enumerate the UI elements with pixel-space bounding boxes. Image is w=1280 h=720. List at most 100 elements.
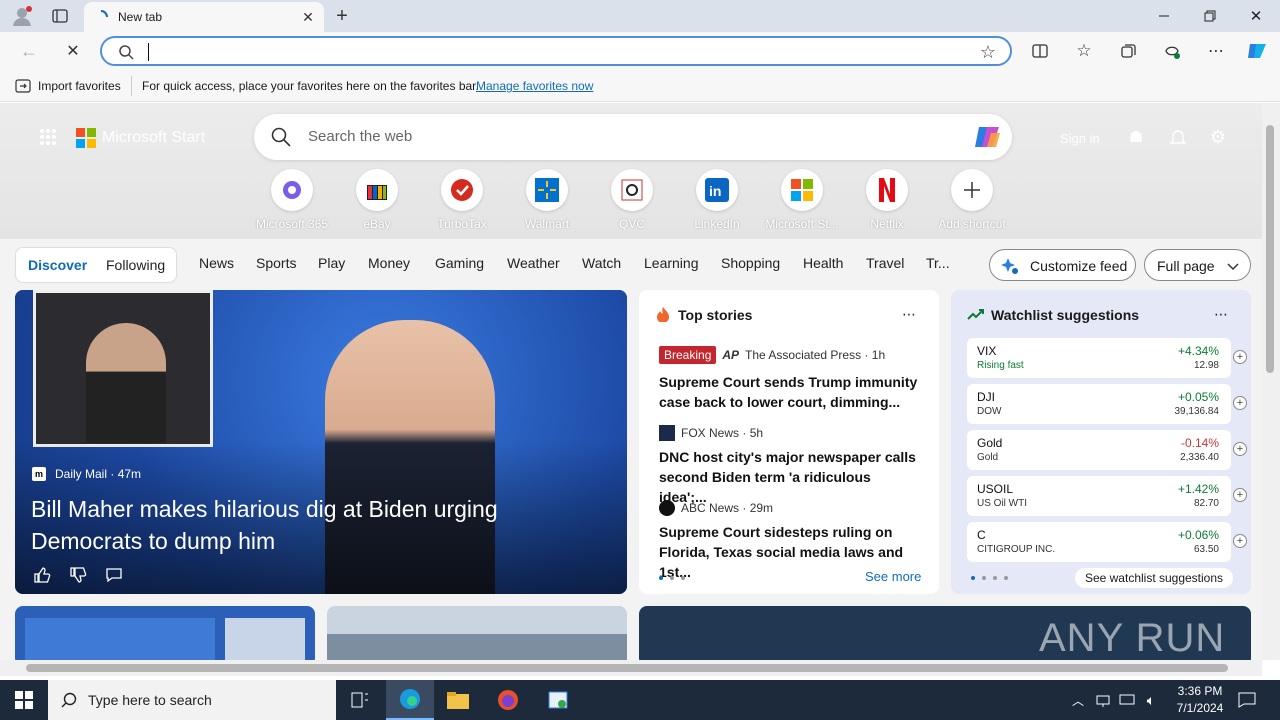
browser-essentials-icon[interactable] <box>1158 36 1186 66</box>
app-installer-icon[interactable] <box>534 680 582 720</box>
clock-time[interactable]: 3:36 PM <box>1172 684 1228 698</box>
nav-item-health[interactable]: Health <box>803 255 843 271</box>
firefox-icon[interactable] <box>484 680 532 720</box>
import-favorites-button[interactable]: Import favorites <box>38 79 121 93</box>
shortcut-qvc[interactable]: QVC <box>590 169 674 231</box>
add-to-watchlist-plus-icon[interactable]: + <box>1233 350 1247 364</box>
task-view-icon[interactable] <box>336 680 384 720</box>
sign-in-button[interactable]: Sign in <box>1060 131 1100 146</box>
nav-item-shopping[interactable]: Shopping <box>721 255 780 271</box>
watchlist-row[interactable]: Gold Gold -0.14% 2,336.40 + <box>967 430 1247 470</box>
shortcut-plus[interactable]: Add shortcut <box>930 169 1014 231</box>
tab-following[interactable]: Following <box>106 257 165 273</box>
nav-item-tr[interactable]: Tr... <box>926 255 950 271</box>
page-settings-gear-icon[interactable]: ⚙ <box>1206 125 1230 149</box>
copilot-icon[interactable] <box>972 122 1004 152</box>
shortcut-m365[interactable]: Microsoft 365 <box>250 169 334 231</box>
web-search-box[interactable]: Search the web <box>254 114 1012 160</box>
see-watchlist-suggestions-button[interactable]: See watchlist suggestions <box>1075 568 1233 588</box>
comment-icon[interactable] <box>103 564 125 586</box>
story-card-thumbnail[interactable] <box>327 606 627 660</box>
more-options-icon[interactable]: ⋯ <box>1211 304 1231 324</box>
shortcut-linkedin[interactable]: in LinkedIn <box>675 169 759 231</box>
start-button[interactable] <box>0 680 48 720</box>
dislike-icon[interactable] <box>67 564 89 586</box>
close-tab-icon[interactable]: ✕ <box>300 9 316 25</box>
nav-item-travel[interactable]: Travel <box>866 255 904 271</box>
nav-item-play[interactable]: Play <box>318 255 345 271</box>
nav-item-news[interactable]: News <box>199 255 234 271</box>
edge-taskbar-icon[interactable] <box>386 680 434 720</box>
app-launcher-icon[interactable] <box>36 125 60 149</box>
nav-item-watch[interactable]: Watch <box>582 255 621 271</box>
volume-icon[interactable]: 🔈︎ <box>1142 690 1160 710</box>
settings-more-icon[interactable]: ⋯ <box>1202 36 1230 66</box>
horizontal-scrollbar[interactable] <box>0 660 1262 676</box>
story-card-thumbnail[interactable]: ANY RUN <box>639 606 1251 660</box>
add-to-watchlist-plus-icon[interactable]: + <box>1233 534 1247 548</box>
collections-icon[interactable] <box>1114 36 1142 66</box>
see-more-link[interactable]: See more <box>865 569 921 584</box>
copilot-icon[interactable] <box>1244 38 1270 64</box>
nav-item-money[interactable]: Money <box>368 255 410 271</box>
stop-loading-button[interactable]: ✕ <box>58 36 88 66</box>
add-favorite-star-icon[interactable]: ☆ <box>976 40 1000 64</box>
hero-story-card[interactable]: m Daily Mail · 47m Bill Maher makes hila… <box>15 290 627 594</box>
more-options-icon[interactable]: ⋯ <box>899 304 919 324</box>
minimize-button[interactable] <box>1152 6 1176 26</box>
file-explorer-icon[interactable] <box>434 680 482 720</box>
tab-new-tab[interactable]: New tab ✕ <box>84 2 324 32</box>
network-icon[interactable] <box>1094 690 1112 710</box>
story-card-thumbnail[interactable] <box>15 606 315 660</box>
shortcut-netflix[interactable]: Netflix <box>845 169 929 231</box>
watchlist-row[interactable]: VIX Rising fast +4.34% 12.98 + <box>967 338 1247 378</box>
hero-inset-image <box>33 290 213 447</box>
display-icon[interactable] <box>1118 690 1136 710</box>
scroll-thumb[interactable] <box>26 664 1228 672</box>
shortcut-turbotax[interactable]: TurboTax <box>420 169 504 231</box>
manage-favorites-link[interactable]: Manage favorites now <box>476 79 593 93</box>
new-tab-button[interactable]: + <box>330 4 354 28</box>
notifications-icon[interactable] <box>1236 690 1258 710</box>
story-item[interactable]: Breaking AP The Associated Press · 1h Su… <box>659 346 921 412</box>
customize-feed-button[interactable]: Customize feed <box>989 249 1136 281</box>
scroll-thumb[interactable] <box>1266 125 1274 373</box>
shortcut-ebay[interactable]: eBay <box>335 169 419 231</box>
shortcut-microsoft-store[interactable]: Microsoft St... <box>760 169 844 231</box>
pagination-dots[interactable] <box>971 576 1008 580</box>
profile-icon[interactable] <box>8 4 36 28</box>
taskbar-search[interactable]: Type here to search <box>48 680 336 720</box>
add-to-watchlist-plus-icon[interactable]: + <box>1233 442 1247 456</box>
story-item[interactable]: FOX News · 5h DNC host city's major news… <box>659 425 921 507</box>
rewards-icon[interactable]: ☗ <box>1124 125 1148 149</box>
chevron-up-icon[interactable]: ︿ <box>1068 692 1088 708</box>
import-icon <box>14 78 32 94</box>
pagination-dots[interactable] <box>659 576 685 580</box>
add-to-watchlist-plus-icon[interactable]: + <box>1233 396 1247 410</box>
vertical-scrollbar[interactable] <box>1262 103 1280 660</box>
nav-item-gaming[interactable]: Gaming <box>435 255 484 271</box>
notifications-bell-icon[interactable] <box>1166 125 1190 149</box>
ticker-symbol: Gold <box>977 436 1003 450</box>
nav-item-learning[interactable]: Learning <box>644 255 699 271</box>
back-button[interactable]: ← <box>14 36 44 66</box>
restore-button[interactable] <box>1198 6 1222 26</box>
nav-item-weather[interactable]: Weather <box>507 255 560 271</box>
clock-date[interactable]: 7/1/2024 <box>1168 701 1232 715</box>
tab-actions-icon[interactable] <box>48 6 72 26</box>
layout-dropdown[interactable]: Full page <box>1144 249 1251 281</box>
watchlist-row[interactable]: DJI DOW +0.05% 39,136.84 + <box>967 384 1247 424</box>
close-window-button[interactable]: ✕ <box>1244 6 1268 26</box>
shortcut-walmart[interactable]: Walmart <box>505 169 589 231</box>
add-to-watchlist-plus-icon[interactable]: + <box>1233 488 1247 502</box>
brand-name[interactable]: Microsoft Start <box>102 129 205 147</box>
favorites-icon[interactable]: ☆ <box>1070 36 1098 66</box>
address-bar[interactable]: ☆ <box>100 36 1012 66</box>
watchlist-row[interactable]: USOIL US Oil WTI +1.42% 82.70 + <box>967 476 1247 516</box>
like-icon[interactable] <box>31 564 53 586</box>
split-screen-icon[interactable] <box>1026 36 1054 66</box>
hero-headline[interactable]: Bill Maher makes hilarious dig at Biden … <box>31 493 571 557</box>
watchlist-row[interactable]: C CITIGROUP INC. +0.06% 63.50 + <box>967 522 1247 562</box>
tab-discover[interactable]: Discover <box>28 257 87 273</box>
nav-item-sports[interactable]: Sports <box>256 255 296 271</box>
